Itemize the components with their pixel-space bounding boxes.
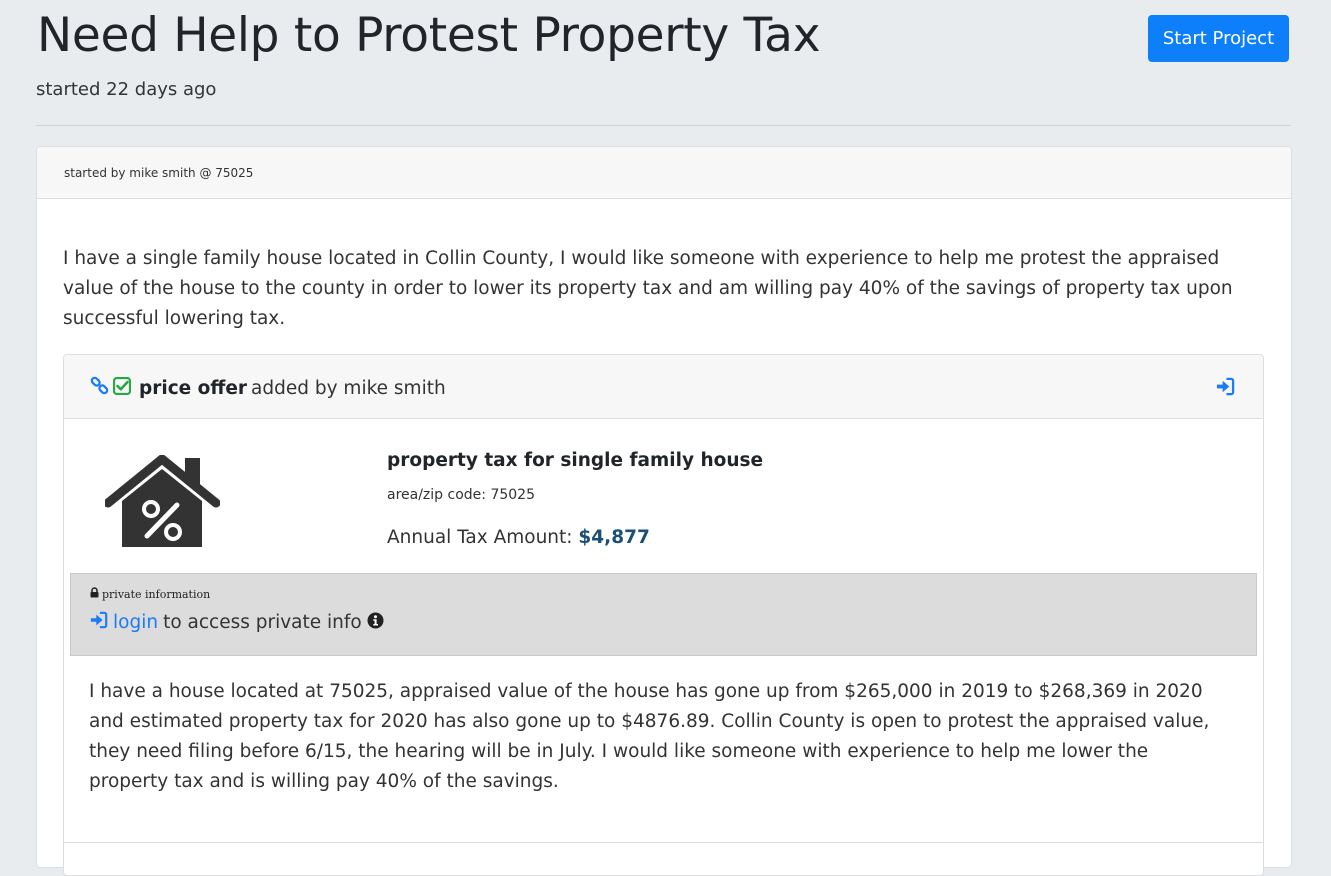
access-text: to access private info — [163, 612, 362, 633]
started-by-meta: started by mike smith @ 75025 — [64, 166, 254, 180]
offer-detail: I have a house located at 75025, apprais… — [89, 681, 1210, 792]
annual-tax-value: $4,877 — [578, 527, 650, 548]
start-project-button[interactable]: Start Project — [1148, 15, 1289, 62]
check-square-icon — [112, 376, 132, 400]
offer-divider — [64, 842, 1263, 843]
divider — [36, 125, 1291, 126]
page-subtitle: started 22 days ago — [36, 79, 217, 100]
project-description: I have a single family house located in … — [63, 248, 1233, 329]
offer-card: price offer added by mike smith property… — [63, 354, 1264, 876]
lock-icon — [90, 587, 99, 601]
login-link-text[interactable]: login — [113, 612, 158, 633]
offer-added-by: added by mike smith — [251, 377, 446, 399]
product-name: property tax for single family house — [387, 450, 764, 471]
sign-in-icon — [90, 611, 108, 634]
annual-tax-label: Annual Tax Amount: — [387, 527, 573, 548]
private-info-label: private information — [90, 587, 210, 601]
annual-tax: Annual Tax Amount: $4,877 — [387, 527, 650, 548]
offer-type-label: price offer — [139, 377, 248, 399]
login-link[interactable]: login — [90, 611, 158, 634]
private-info-box: private information login to access priv… — [70, 573, 1257, 656]
card-header: started by mike smith @ 75025 — [37, 147, 1291, 199]
sign-in-icon[interactable] — [1216, 377, 1235, 400]
private-info-text: private information — [102, 587, 211, 601]
private-access-row: login to access private info — [90, 611, 384, 634]
info-circle-icon[interactable] — [367, 612, 384, 634]
offer-header: price offer added by mike smith — [64, 355, 1263, 419]
house-percent-icon — [103, 454, 221, 553]
area-zip: area/zip code: 75025 — [387, 487, 535, 503]
link-icon[interactable] — [90, 376, 109, 400]
project-card: started by mike smith @ 75025 I have a s… — [36, 146, 1292, 876]
offer-title-row: price offer added by mike smith — [90, 376, 446, 400]
page-title: Need Help to Protest Property Tax — [37, 8, 821, 63]
